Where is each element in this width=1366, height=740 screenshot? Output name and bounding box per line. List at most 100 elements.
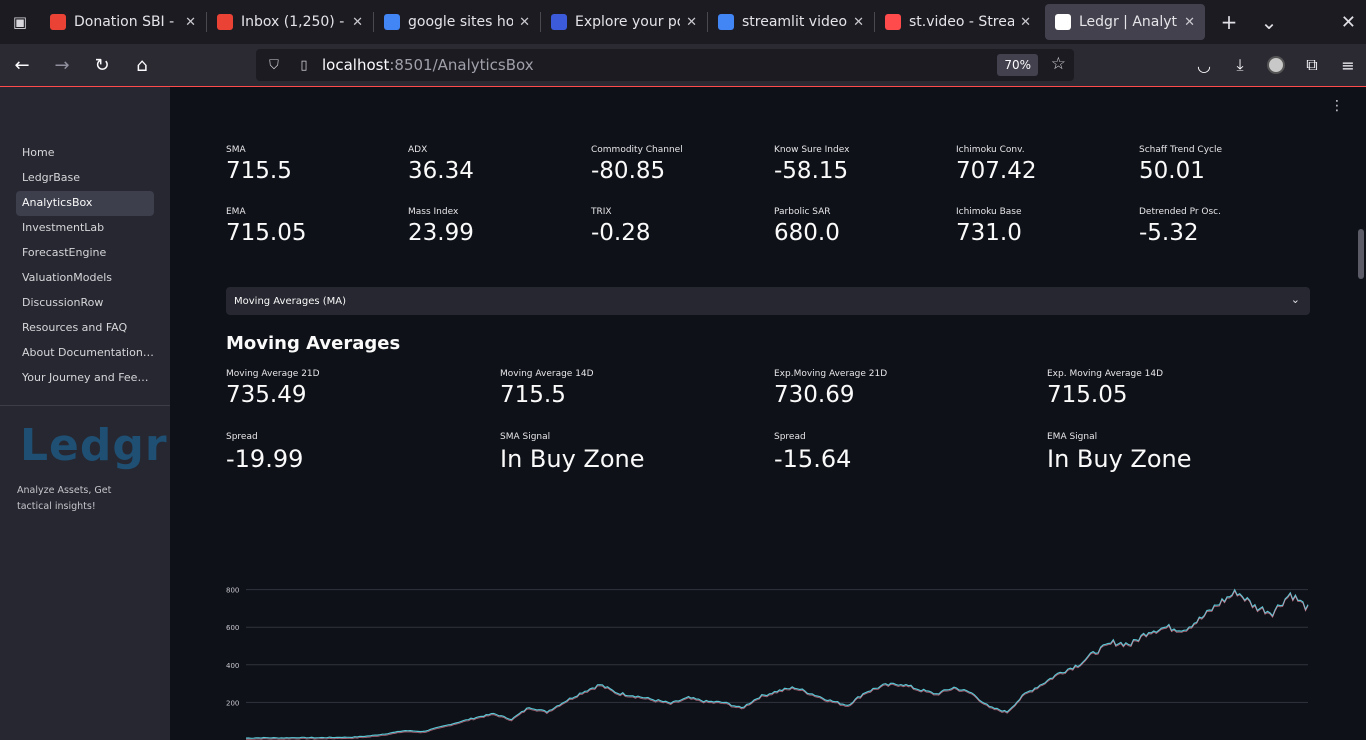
sidebar-item[interactable]: Home [16,141,154,166]
browser-tab[interactable]: st.video - Stream ✕ [875,0,1041,44]
browser-tab-title: Ledgr | Analytics [1079,14,1178,30]
tab-close-icon[interactable]: ✕ [352,15,363,30]
metric-value: -0.28 [591,220,651,246]
metric-label: SMA [226,145,246,155]
url-text[interactable]: localhost:8501/AnalyticsBox [322,56,534,74]
list-tabs-button[interactable]: ⌄ [1249,0,1289,44]
browser-tab-title: Inbox (1,250) - xn [241,14,346,30]
google-icon [384,14,400,30]
metric: Spread -19.99 [226,432,303,473]
metric: Spread -15.64 [774,432,851,473]
url-bar[interactable]: ⛉ ▯ localhost:8501/AnalyticsBox 70% ☆ [256,49,1074,81]
metric-value: 23.99 [408,220,474,246]
menu-icon[interactable]: ≡ [1330,47,1366,83]
sidebar-item[interactable]: About Documentation a... [16,341,154,366]
metric-value: 715.05 [226,220,307,246]
browser-tab[interactable]: Explore your pot ✕ [541,0,707,44]
main-content: ⋮ SMA 715.5 ADX 36.34 Commodity Channel -80.8… [170,87,1366,740]
tab-overview-icon[interactable]: ▣ [0,0,40,44]
gmail-icon [217,14,233,30]
metric-label: Moving Average 21D [226,369,320,379]
back-icon[interactable]: ← [4,47,40,83]
metric: Mass Index 23.99 [408,207,474,246]
sidebar-divider [0,405,170,406]
tab-close-icon[interactable]: ✕ [185,15,196,30]
sidebar: Home LedgrBase AnalyticsBox InvestmentLab Fo… [0,87,170,740]
metric-label: Schaff Trend Cycle [1139,145,1223,155]
browser-tab[interactable]: Ledgr | Analytics ✕ [1045,4,1205,40]
chart-y-tick-label: 800 [226,587,239,595]
sidebar-item[interactable]: InvestmentLab [16,216,154,241]
account-avatar[interactable] [1258,47,1294,83]
home-icon[interactable]: ⌂ [124,47,160,83]
metric-label: Know Sure Index [774,145,850,155]
metric: ADX 36.34 [408,145,474,184]
metric-label: Spread [226,432,258,442]
window-close-icon[interactable]: ✕ [1341,0,1356,44]
chart-y-tick-label: 400 [226,662,239,670]
metric-label: Ichimoku Conv. [956,145,1025,155]
bookmark-star-icon[interactable]: ☆ [1051,54,1066,74]
metric-label: EMA Signal [1047,432,1098,442]
browser-nav-bar: ← → ↻ ⌂ ⛉ ▯ localhost:8501/AnalyticsBox … [0,44,1366,86]
metric: Ichimoku Conv. 707.42 [956,145,1036,184]
indicator-select[interactable]: Moving Averages (MA) ⌄ [226,287,1310,315]
extensions-icon[interactable]: ⧉ [1294,47,1330,83]
tab-close-icon[interactable]: ✕ [519,15,530,30]
metric-label: Parbolic SAR [774,207,831,217]
metric: Commodity Channel -80.85 [591,145,683,184]
crown-icon [1055,14,1071,30]
avatar [1267,56,1285,74]
metric: Detrended Pr Osc. -5.32 [1139,207,1221,246]
metric-value: 715.5 [226,158,292,184]
metric-label: TRIX [591,207,612,217]
metric-value: 715.05 [1047,382,1128,408]
tab-close-icon[interactable]: ✕ [1020,15,1031,30]
sidebar-item[interactable]: ValuationModels [16,266,154,291]
metric-label: Mass Index [408,207,459,217]
browser-tab[interactable]: streamlit video - ✕ [708,0,874,44]
sidebar-item[interactable]: Your Journey and Feedb... [16,366,154,391]
shield-icon[interactable]: ⛉ [262,58,286,73]
sidebar-item[interactable]: AnalyticsBox [16,191,154,216]
calendar-icon [551,14,567,30]
metric: SMA Signal In Buy Zone [500,432,645,473]
browser-tab[interactable]: Donation SBI - r_ ✕ [40,0,206,44]
browser-tab[interactable]: google sites hom ✕ [374,0,540,44]
pocket-icon[interactable]: ◡ [1186,47,1222,83]
toolbar-right: ◡ ⤓ ⧉ ≡ [1186,44,1366,86]
sidebar-tagline: Analyze Assets, Get tactical insights! [17,485,112,512]
downloads-icon[interactable]: ⤓ [1222,47,1258,83]
metric-value: -80.85 [591,158,666,184]
metric-value: 730.69 [774,382,855,408]
metric: TRIX -0.28 [591,207,651,246]
chart-y-tick-label: 200 [226,699,239,707]
sidebar-item[interactable]: Resources and FAQ [16,316,154,341]
metric-label: ADX [408,145,428,155]
metric-label: Spread [774,432,806,442]
new-tab-button[interactable]: + [1209,0,1249,44]
zoom-level-badge[interactable]: 70% [997,54,1038,76]
tab-close-icon[interactable]: ✕ [686,15,697,30]
reload-icon[interactable]: ↻ [84,47,120,83]
sidebar-item[interactable]: DiscussionRow [16,291,154,316]
streamlit-icon [885,14,901,30]
price-chart[interactable]: 200 400 600 800 [220,557,1316,740]
app-menu-icon[interactable]: ⋮ [1330,99,1344,113]
sidebar-item[interactable]: ForecastEngine [16,241,154,266]
metric-label: SMA Signal [500,432,551,442]
browser-tab-title: st.video - Stream [909,14,1015,30]
tab-close-icon[interactable]: ✕ [1184,15,1195,30]
metric-label: Exp. Moving Average 14D [1047,369,1164,379]
metric-value: 707.42 [956,158,1037,184]
forward-icon[interactable]: → [44,47,80,83]
tab-close-icon[interactable]: ✕ [853,15,864,30]
metric-label: Detrended Pr Osc. [1139,207,1221,217]
metric-value: 731.0 [956,220,1022,246]
sidebar-item[interactable]: LedgrBase [16,166,154,191]
page-info-icon[interactable]: ▯ [292,58,316,73]
scrollbar[interactable] [1358,229,1364,279]
browser-tab[interactable]: Inbox (1,250) - xn ✕ [207,0,373,44]
browser-tab-title: streamlit video - [742,14,848,30]
gmail-icon [50,14,66,30]
